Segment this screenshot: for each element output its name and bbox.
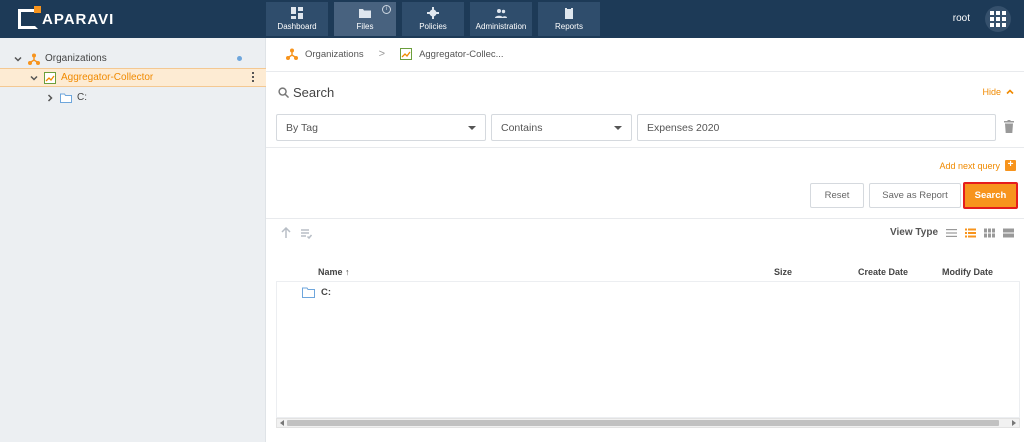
logo-mark-icon	[18, 6, 41, 29]
horizontal-scrollbar[interactable]	[276, 418, 1020, 428]
divider	[266, 147, 1024, 148]
grid-view-icon[interactable]	[984, 228, 995, 238]
top-bar: APARAVI Dashboard i Files Policies Admin…	[0, 0, 1024, 38]
folder-icon	[60, 92, 72, 104]
main-panel: Organizations > Aggregator-Collec... Sea…	[266, 38, 1024, 442]
tree-item-label: C:	[77, 92, 87, 103]
nav-administration[interactable]: Administration	[470, 2, 532, 36]
folder-icon	[359, 9, 371, 18]
arrow-up-icon[interactable]	[280, 227, 292, 239]
tree-item-c-drive[interactable]: C:	[0, 88, 266, 107]
operator-select-value: Contains	[501, 121, 543, 134]
nav-policies[interactable]: Policies	[402, 2, 464, 36]
nav-administration-label: Administration	[475, 22, 527, 31]
aggregator-icon	[44, 71, 56, 84]
nav-dashboard[interactable]: Dashboard	[266, 2, 328, 36]
scrollbar-thumb[interactable]	[287, 420, 999, 426]
view-type-switcher: View Type	[890, 227, 1014, 238]
caret-down-icon	[614, 126, 622, 130]
detail-view-icon[interactable]	[965, 228, 976, 238]
aparavi-logo[interactable]: APARAVI	[18, 6, 115, 30]
plus-icon: +	[1005, 160, 1016, 171]
operator-select[interactable]: Contains	[491, 114, 632, 141]
view-type-label: View Type	[890, 227, 938, 238]
organization-icon	[286, 48, 298, 60]
sort-up-icon: ↑	[342, 267, 350, 277]
sidebar: Organizations Aggregator-Collector C:	[0, 38, 266, 442]
column-name[interactable]: Name ↑	[318, 267, 350, 277]
info-badge-icon[interactable]: i	[382, 5, 391, 14]
search-button[interactable]: Search	[963, 182, 1018, 209]
divider	[266, 218, 1024, 219]
aggregator-icon	[400, 48, 413, 60]
field-select[interactable]: By Tag	[276, 114, 486, 141]
tile-view-icon[interactable]	[1003, 228, 1014, 238]
trash-icon[interactable]	[1004, 120, 1014, 133]
user-name[interactable]: root	[953, 13, 970, 24]
tree-item-label: Aggregator-Collector	[61, 72, 154, 83]
column-create-date[interactable]: Create Date	[858, 267, 908, 277]
chevron-right-icon[interactable]	[46, 93, 54, 102]
breadcrumb-aggregator[interactable]: Aggregator-Collec...	[419, 49, 503, 60]
file-name: C:	[321, 287, 332, 298]
dashboard-icon	[291, 7, 303, 19]
nav-policies-label: Policies	[419, 22, 447, 31]
divider	[266, 71, 1024, 72]
scroll-left-icon[interactable]	[280, 420, 284, 426]
tree-item-aggregator-collector[interactable]: Aggregator-Collector	[0, 68, 266, 87]
nav-files-label: Files	[356, 22, 374, 31]
status-dot	[237, 56, 242, 61]
apps-grid-icon[interactable]	[985, 6, 1011, 32]
logo-text: APARAVI	[42, 10, 115, 28]
breadcrumb: Organizations > Aggregator-Collec...	[286, 48, 504, 60]
chevron-down-icon[interactable]	[14, 55, 22, 63]
main-nav: Dashboard i Files Policies Administratio…	[266, 2, 600, 36]
table-header: Name ↑ Size Create Date Modify Date	[276, 264, 1020, 282]
hide-label: Hide	[982, 87, 1001, 97]
tree-item-label: Organizations	[45, 53, 107, 64]
breadcrumb-organizations[interactable]: Organizations	[305, 49, 364, 60]
nav-files[interactable]: i Files	[334, 2, 396, 36]
field-select-value: By Tag	[286, 121, 318, 134]
chevron-up-icon	[1006, 89, 1014, 95]
column-name-label: Name	[318, 267, 343, 277]
nav-reports[interactable]: Reports	[538, 2, 600, 36]
reset-button[interactable]: Reset	[810, 183, 864, 208]
add-next-query-label: Add next query	[939, 160, 1000, 171]
scroll-right-icon[interactable]	[1012, 420, 1016, 426]
file-row-c[interactable]: C:	[302, 287, 331, 298]
breadcrumb-separator: >	[378, 48, 386, 60]
add-next-query-link[interactable]: Add next query +	[939, 160, 1016, 171]
more-options-icon[interactable]	[252, 72, 254, 82]
nav-reports-label: Reports	[554, 22, 583, 31]
search-title: Search	[293, 85, 335, 100]
select-list-icon[interactable]	[300, 227, 312, 239]
folder-icon	[302, 287, 315, 298]
tree-item-organizations[interactable]: Organizations	[0, 49, 266, 68]
clipboard-icon	[565, 7, 573, 19]
gear-icon	[427, 7, 439, 19]
search-value-input[interactable]: Expenses 2020	[637, 114, 996, 141]
search-heading: Search	[278, 85, 334, 100]
organization-icon	[28, 53, 40, 65]
search-icon	[278, 87, 289, 98]
save-as-report-button[interactable]: Save as Report	[869, 183, 961, 208]
search-value-text: Expenses 2020	[647, 121, 720, 134]
hide-search-toggle[interactable]: Hide	[982, 87, 1014, 97]
users-icon	[495, 9, 507, 18]
results-toolbar	[280, 227, 312, 239]
chevron-down-icon[interactable]	[30, 74, 38, 82]
column-size[interactable]: Size	[774, 267, 792, 277]
column-modify-date[interactable]: Modify Date	[942, 267, 993, 277]
caret-down-icon	[468, 126, 476, 130]
list-view-icon[interactable]	[946, 228, 957, 238]
nav-dashboard-label: Dashboard	[277, 22, 317, 31]
file-list: C:	[276, 282, 1020, 418]
